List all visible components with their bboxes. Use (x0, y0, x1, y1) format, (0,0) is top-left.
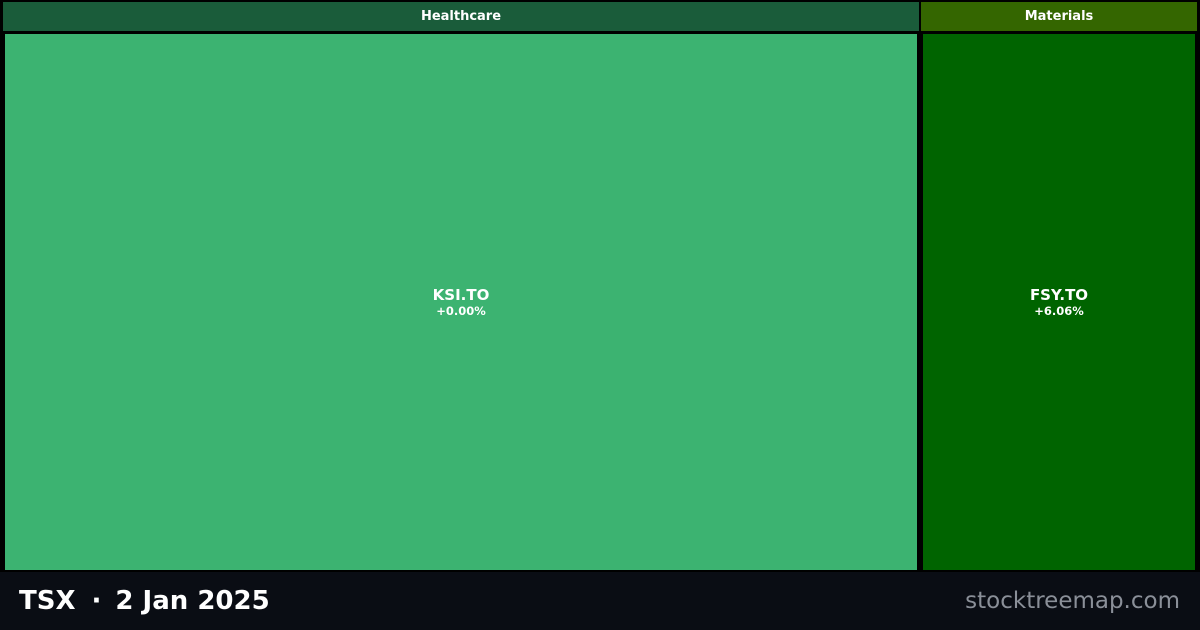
treemap: Healthcare KSI.TO +0.00% Materials FSY.T… (0, 0, 1200, 572)
footer-bar: TSX · 2 Jan 2025 stocktreemap.com (0, 572, 1200, 630)
sector-label: Healthcare (420, 9, 502, 24)
change-label: +6.06% (1034, 303, 1084, 318)
stock-tile-fsy[interactable]: FSY.TO +6.06% (923, 34, 1195, 570)
footer-title: TSX · 2 Jan 2025 (19, 572, 270, 630)
sector-header-healthcare: Healthcare (3, 2, 919, 31)
exchange-label: TSX (19, 586, 76, 616)
sector-header-materials: Materials (921, 2, 1197, 31)
sector-label: Materials (1024, 9, 1094, 24)
sector-healthcare: Healthcare KSI.TO +0.00% (3, 2, 919, 570)
stock-tile-ksi[interactable]: KSI.TO +0.00% (5, 34, 917, 570)
ticker-label: FSY.TO (1029, 285, 1089, 304)
ticker-label: KSI.TO (432, 285, 490, 304)
separator-dot: · (91, 586, 102, 616)
sector-materials: Materials FSY.TO +6.06% (921, 2, 1197, 570)
date-label: 2 Jan 2025 (115, 586, 270, 616)
change-label: +0.00% (436, 303, 486, 318)
site-link[interactable]: stocktreemap.com (965, 572, 1180, 630)
